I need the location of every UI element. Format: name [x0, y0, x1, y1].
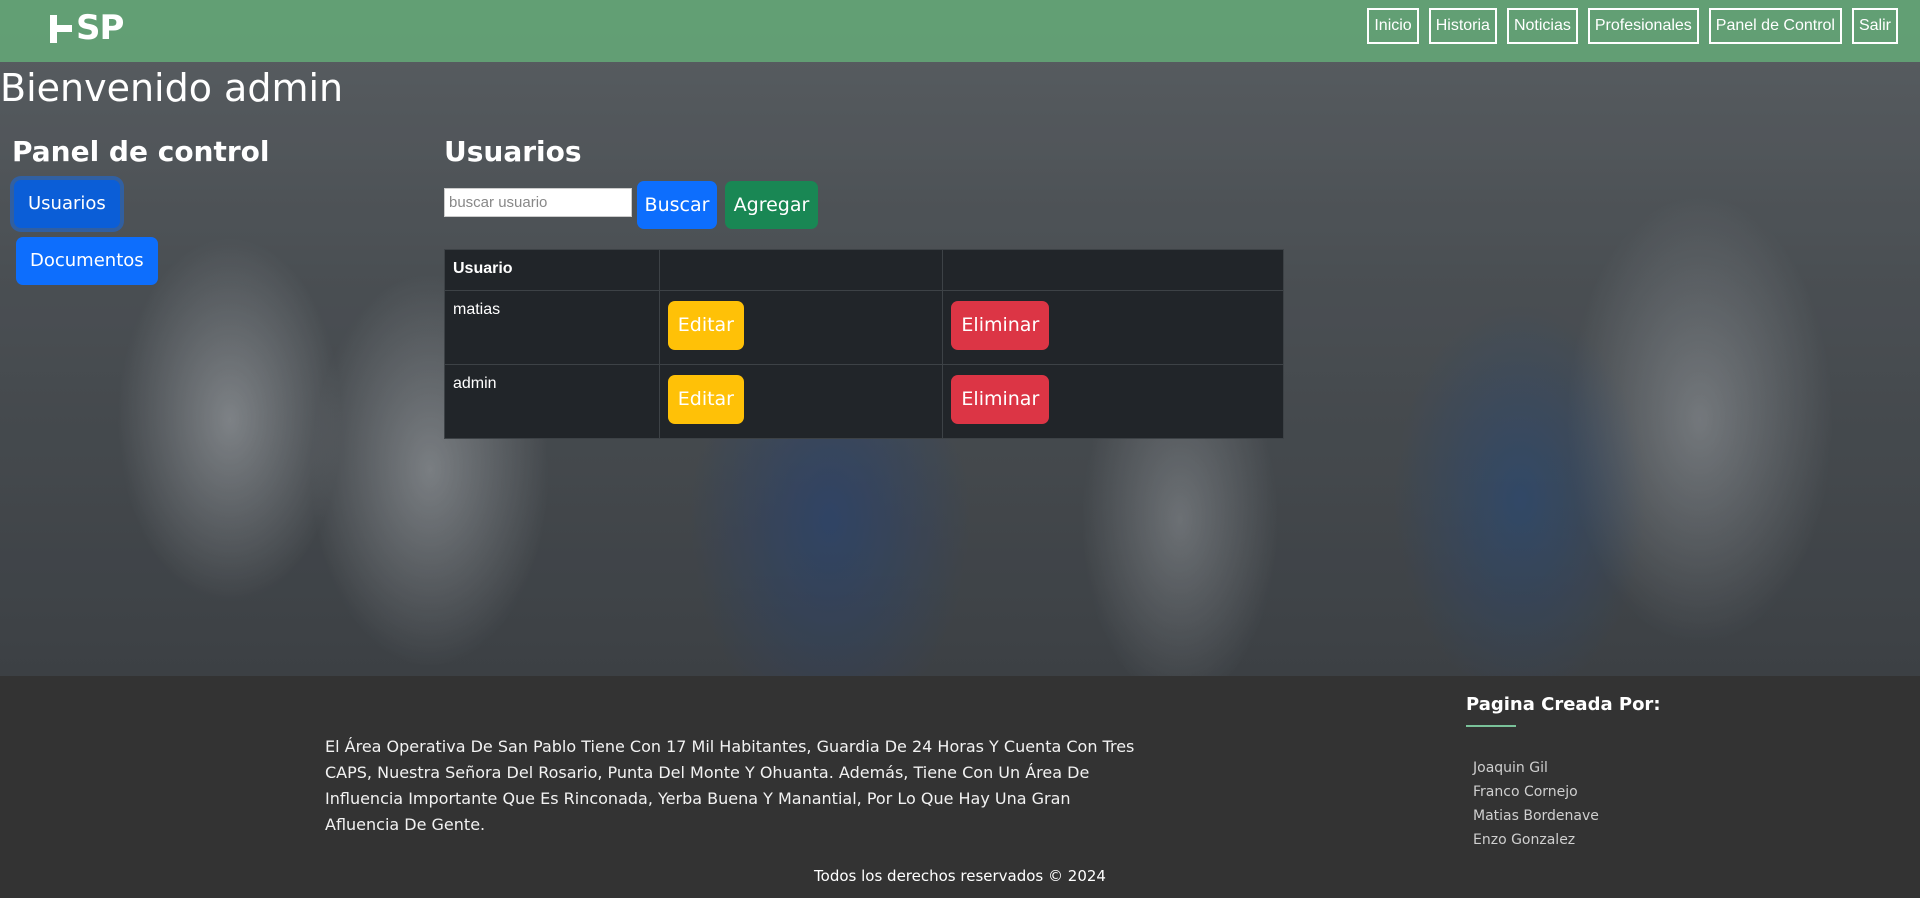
table-header-row: Usuario [444, 249, 1284, 291]
medical-cross-icon [48, 11, 74, 45]
search-user-input[interactable] [444, 188, 632, 217]
sidebar-item-usuarios[interactable]: Usuarios [14, 180, 120, 228]
about-text: El Área Operativa De San Pablo Tiene Con… [325, 737, 1135, 834]
nav-link-salir[interactable]: Salir [1851, 8, 1898, 44]
table-row: admin Editar Eliminar [444, 364, 1284, 439]
credits-divider [1466, 725, 1516, 727]
navbar: SP Inicio Historia Noticias Profesionale… [0, 0, 1920, 62]
credits-list: Joaquin Gil Franco Cornejo Matias Borden… [1473, 756, 1599, 852]
logo-text: SP [76, 8, 124, 48]
credits-title: Pagina Creada Por: [1466, 694, 1661, 715]
credit-item[interactable]: Franco Cornejo [1473, 780, 1599, 804]
nav-link-inicio[interactable]: Inicio [1367, 8, 1419, 44]
column-header-delete [942, 249, 1284, 291]
nav-link-historia[interactable]: Historia [1428, 8, 1497, 44]
credit-item[interactable]: Enzo Gonzalez [1473, 828, 1599, 852]
username-cell: admin [444, 364, 660, 439]
nav-link-profesionales[interactable]: Profesionales [1587, 8, 1699, 44]
logo[interactable]: SP [48, 8, 124, 48]
delete-button[interactable]: Eliminar [951, 375, 1050, 424]
nav-link-noticias[interactable]: Noticias [1506, 8, 1578, 44]
sidebar-title: Panel de control [12, 135, 270, 168]
delete-cell: Eliminar [942, 364, 1284, 439]
table-row: matias Editar Eliminar [444, 290, 1284, 365]
search-button[interactable]: Buscar [637, 181, 717, 229]
add-user-button[interactable]: Agregar [725, 181, 818, 229]
sidebar-item-documentos[interactable]: Documentos [16, 237, 158, 285]
nav-link-panel-de-control[interactable]: Panel de Control [1708, 8, 1842, 44]
nav-links: Inicio Historia Noticias Profesionales P… [1367, 8, 1898, 44]
column-header-edit [658, 249, 944, 291]
edit-button[interactable]: Editar [667, 301, 744, 350]
credit-item[interactable]: Matias Bordenave [1473, 804, 1599, 828]
footer: El Área Operativa De San Pablo Tiene Con… [0, 676, 1920, 898]
edit-button[interactable]: Editar [667, 375, 744, 424]
welcome-heading: Bienvenido admin [0, 66, 344, 110]
delete-cell: Eliminar [942, 290, 1284, 365]
edit-cell: Editar [658, 364, 944, 439]
users-table: Usuario matias Editar Eliminar admin Edi… [444, 249, 1284, 439]
edit-cell: Editar [658, 290, 944, 365]
copyright-text: Todos los derechos reservados © 2024 [814, 867, 1106, 885]
users-section-title: Usuarios [444, 135, 582, 168]
delete-button[interactable]: Eliminar [951, 301, 1050, 350]
username-cell: matias [444, 290, 660, 365]
credit-item[interactable]: Joaquin Gil [1473, 756, 1599, 780]
column-header-usuario: Usuario [444, 249, 660, 291]
